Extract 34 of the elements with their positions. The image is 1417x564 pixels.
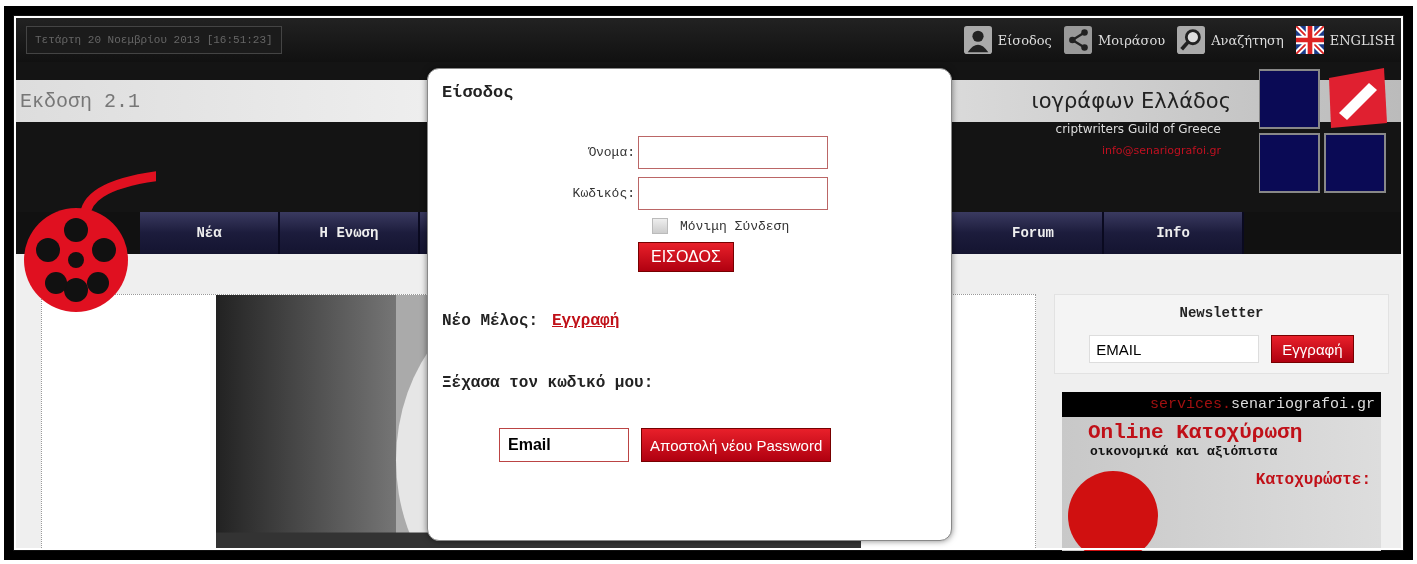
remember-checkbox[interactable] bbox=[652, 218, 668, 234]
search-icon bbox=[1177, 26, 1206, 54]
date-time: Τετάρτη 20 Νοεμβρίου 2013 [16:51:23] bbox=[26, 26, 282, 54]
register-link[interactable]: Εγγραφή bbox=[552, 312, 620, 330]
contact-email: info@senariografoi.gr bbox=[1101, 144, 1221, 157]
ad-site: senariografoi.gr bbox=[1230, 396, 1375, 413]
newsletter-title: Newsletter bbox=[1179, 305, 1264, 321]
username-field[interactable] bbox=[638, 136, 828, 169]
share-icon bbox=[1063, 26, 1092, 54]
new-member-label: Νέο Μέλος: bbox=[442, 312, 538, 330]
version-label: Εκδοση 2.1 bbox=[20, 89, 141, 113]
login-button[interactable]: ΕΙΣΟΔΟΣ bbox=[638, 242, 734, 272]
flag-icon bbox=[1295, 26, 1324, 54]
dialog-title: Είσοδος bbox=[442, 83, 515, 102]
ad-headline: Online Κατοχύρωση bbox=[1087, 420, 1304, 444]
username-label: Όνομα: bbox=[587, 145, 635, 160]
top-link[interactable]: Μοιράσου bbox=[1063, 26, 1166, 54]
ad-cta: Κατοχυρώστε: bbox=[1255, 470, 1371, 489]
site-title: ιογράφων Ελλάδος bbox=[1031, 89, 1231, 113]
remember-label: Μόνιμη Σύνδεση bbox=[680, 218, 790, 234]
subscribe-button[interactable]: Εγγραφή bbox=[1271, 335, 1354, 363]
email-field[interactable]: EMAIL bbox=[1089, 335, 1260, 363]
email-field[interactable]: Email bbox=[499, 428, 629, 462]
top-link[interactable]: ENGLISH bbox=[1295, 26, 1395, 54]
ad-tagline: οικονομικά και αξιόπιστα bbox=[1089, 444, 1279, 459]
password-field[interactable] bbox=[638, 177, 828, 210]
user-icon bbox=[963, 26, 992, 54]
top-link[interactable]: Αναζήτηση bbox=[1177, 26, 1284, 54]
top-link[interactable]: Είσοδος bbox=[963, 26, 1052, 54]
send-password-button[interactable]: Αποστολή νέου Password bbox=[641, 428, 832, 462]
forgot-password-label: Ξέχασα τον κωδικό μου: bbox=[442, 374, 655, 392]
site-subtitle: criptwriters Guild of Greece bbox=[1055, 122, 1221, 136]
password-label: Κωδικός: bbox=[571, 186, 635, 201]
ad-site-prefix: services. bbox=[1149, 396, 1231, 413]
